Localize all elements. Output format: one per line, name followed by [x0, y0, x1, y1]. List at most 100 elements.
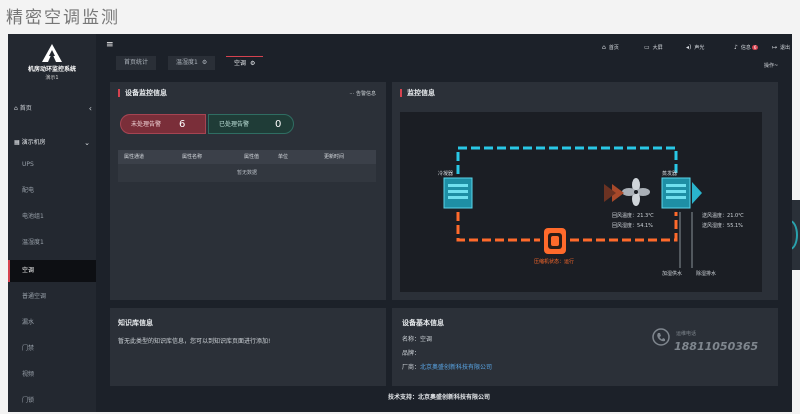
- unprocessed-alarm-badge[interactable]: 未处理告警 6: [120, 114, 206, 134]
- panel-title: 监控信息: [400, 89, 435, 97]
- panel-title: 设备监控信息: [118, 89, 167, 97]
- sidebar-item-aircon[interactable]: 空调: [8, 260, 96, 282]
- evaporator-label: 蒸发器: [662, 171, 678, 177]
- sidebar-item-ups[interactable]: UPS: [8, 154, 96, 176]
- condenser-icon: [443, 177, 473, 209]
- fan-icon: [622, 178, 650, 206]
- maker-value: 北京奥盛创新科技有限公司: [420, 364, 493, 371]
- top-logout-label: 退出: [780, 45, 791, 51]
- processed-alarm-badge[interactable]: 已处理告警 0: [208, 114, 294, 134]
- sidebar-item-battery[interactable]: 电池组1: [8, 206, 96, 228]
- home-icon: ⌂: [602, 44, 606, 51]
- return-temp-value: 21.3℃: [637, 213, 654, 219]
- logo: 机房动环监控系统 演示1: [8, 34, 96, 98]
- gear-icon[interactable]: ⚙: [250, 60, 255, 67]
- sidebar-item-home[interactable]: ⌂ 首页 ‹: [8, 98, 96, 120]
- bell-icon: ♪: [734, 44, 738, 51]
- humidifier-water-label: 加湿供水: [662, 271, 683, 277]
- sidebar-item-leak[interactable]: 漏水: [8, 312, 96, 334]
- monitor-icon: ▭: [644, 44, 650, 51]
- column-header: 属性通道: [124, 154, 145, 160]
- table-empty-row: 暂无数据: [118, 164, 376, 182]
- tab-home-stats[interactable]: 首页统计: [116, 56, 157, 70]
- logo-name: 机房动环监控系统: [27, 66, 76, 73]
- home-icon: ⌂: [14, 105, 18, 112]
- chevron-down-icon: ⌄: [84, 139, 90, 147]
- panel-title: 设备基本信息: [402, 319, 444, 327]
- device-info-panel: 设备基本信息 名称：空调 品牌： 厂商：北京奥盛创新科技有限公司 运维电话 18…: [392, 308, 778, 386]
- return-hum: 回风湿度：54.1%: [612, 222, 653, 229]
- more-icon: ⋯: [349, 91, 356, 97]
- top-bigscreen-button[interactable]: ▭ 大屏: [644, 44, 663, 51]
- return-hum-label: 回风湿度：: [612, 223, 638, 229]
- device-monitor-panel: 设备监控信息 ⋯ 告警信息 未处理告警 6 已处理告警 0 属性通道 属性名称 …: [110, 82, 386, 300]
- top-bigscreen-label: 大屏: [652, 45, 663, 51]
- top-info-button[interactable]: ♪ 信息 6: [734, 44, 759, 51]
- top-home-button[interactable]: ⌂ 首页: [602, 44, 619, 51]
- tab-temp-hum[interactable]: 温湿度1 ⚙: [168, 56, 216, 70]
- logo-sub: 演示1: [45, 75, 59, 81]
- supply-hum-label: 送风湿度：: [702, 223, 728, 229]
- tab-label: 温湿度1: [176, 59, 198, 66]
- page-banner: 精密空调监测: [0, 0, 800, 34]
- gear-icon[interactable]: ⚙: [202, 59, 207, 66]
- top-sound-button[interactable]: ◂) 声光: [686, 44, 704, 51]
- sidebar-item-normal-aircon[interactable]: 普通空调: [8, 286, 96, 308]
- supply-hum: 送风湿度：55.1%: [702, 222, 743, 229]
- column-header: 属性值: [244, 154, 260, 160]
- supply-hum-value: 55.1%: [727, 223, 743, 229]
- sidebar-group-label: 演示机房: [21, 139, 46, 146]
- sidebar-item-lock[interactable]: 门锁: [8, 390, 96, 412]
- airflow-arrow-icon: [604, 184, 624, 202]
- sidebar-group-room[interactable]: ▦ 演示机房 ⌄: [8, 134, 96, 152]
- sidebar-item-access[interactable]: 门禁: [8, 338, 96, 360]
- phone-icon: [652, 328, 670, 346]
- brand-label: 品牌：: [402, 350, 421, 357]
- top-bar: ≡ 首页统计 温湿度1 ⚙ 空调 ⚙ ⌂ 首页 ▭ 大屏 ◂) 声光 ♪ 信息 6 ↦ 退出 操…: [96, 34, 792, 70]
- top-home-label: 首页: [608, 45, 619, 51]
- dehumid-water-label: 除湿排水: [696, 271, 717, 277]
- device-brand-row: 品牌：: [402, 348, 420, 357]
- footer-support: 技术支持：北京奥盛创新科技有限公司: [388, 394, 491, 401]
- compressor-icon: [544, 228, 566, 254]
- page-title: 精密空调监测: [6, 8, 120, 28]
- aircon-diagram: 冷凝器 蒸发器 回风温度：21.3℃ 回风湿度：54.1% 送风温度：21.0℃…: [400, 112, 762, 292]
- sidebar-item-video[interactable]: 视频: [8, 364, 96, 386]
- phone-number: 18811050365: [674, 340, 759, 353]
- top-sound-label: 声光: [694, 45, 705, 51]
- return-hum-value: 54.1%: [637, 223, 653, 229]
- menu-toggle-icon[interactable]: ≡: [106, 40, 114, 50]
- condenser-label: 冷凝器: [438, 171, 454, 177]
- column-header: 单位: [278, 154, 289, 160]
- info-badge: 6: [751, 45, 759, 50]
- sidebar-item-temp-hum[interactable]: 温湿度1: [8, 232, 96, 254]
- logo-icon: [42, 44, 62, 62]
- speaker-icon: ◂): [686, 44, 692, 51]
- compressor-status: 压缩机状态：运行: [534, 258, 574, 265]
- compressor-status-label: 压缩机状态：: [534, 259, 565, 265]
- tab-label: 空调: [234, 60, 247, 67]
- device-name-row: 名称：空调: [402, 334, 432, 343]
- support-phone: 运维电话 18811050365: [652, 328, 758, 353]
- alarm-info-link[interactable]: ⋯ 告警信息: [349, 90, 376, 97]
- table-header: 属性通道 属性名称 属性值 单位 更新时间: [118, 150, 376, 164]
- supply-temp-label: 送风温度：: [702, 213, 728, 219]
- name-value: 空调: [420, 336, 433, 343]
- tab-label: 首页统计: [124, 59, 149, 66]
- monitor-panel: 监控信息 冷凝器 蒸发器 回风温度：21.3℃ 回风湿度：54.1% 送风温度：…: [392, 82, 778, 300]
- compressor-status-value: 运行: [564, 259, 575, 265]
- maker-label: 厂商：: [402, 364, 421, 371]
- logout-icon: ↦: [772, 44, 778, 51]
- chevron-left-icon: ‹: [88, 104, 92, 113]
- sidebar: 机房动环监控系统 演示1 ⌂ 首页 ‹ ▦ 演示机房 ⌄ UPS 配电 电池组1…: [8, 34, 96, 412]
- panel-title: 知识库信息: [118, 319, 153, 327]
- tab-aircon[interactable]: 空调 ⚙: [226, 56, 264, 70]
- app-window: 机房动环监控系统 演示1 ⌂ 首页 ‹ ▦ 演示机房 ⌄ UPS 配电 电池组1…: [8, 34, 792, 412]
- ops-menu[interactable]: 操作~: [764, 62, 778, 69]
- supply-temp-value: 21.0℃: [727, 213, 744, 219]
- sidebar-item-power[interactable]: 配电: [8, 180, 96, 202]
- processed-label: 已处理告警: [219, 121, 250, 128]
- sidebar-item-label: 首页: [19, 105, 32, 112]
- unprocessed-count: 6: [179, 119, 186, 130]
- top-logout-button[interactable]: ↦ 退出: [772, 44, 790, 51]
